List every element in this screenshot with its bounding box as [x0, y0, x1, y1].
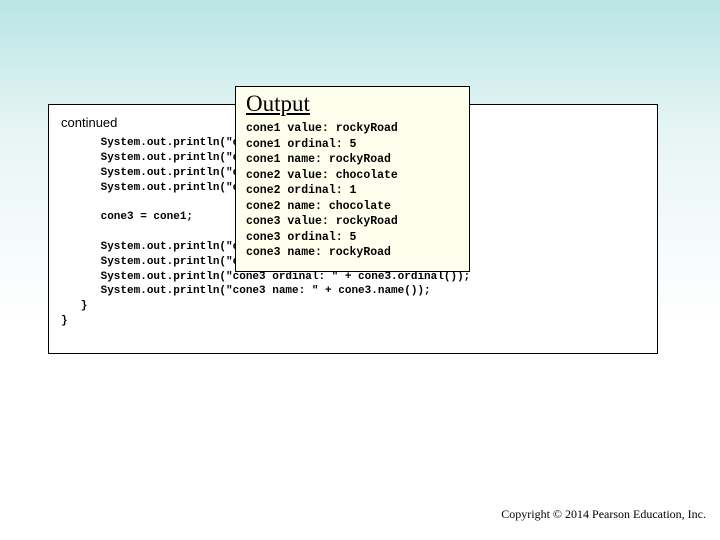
copyright-text: Copyright © 2014 Pearson Education, Inc. [501, 507, 706, 522]
output-box: Output cone1 value: rockyRoad cone1 ordi… [235, 86, 470, 272]
output-content: cone1 value: rockyRoad cone1 ordinal: 5 … [246, 121, 459, 261]
output-title: Output [246, 91, 459, 117]
